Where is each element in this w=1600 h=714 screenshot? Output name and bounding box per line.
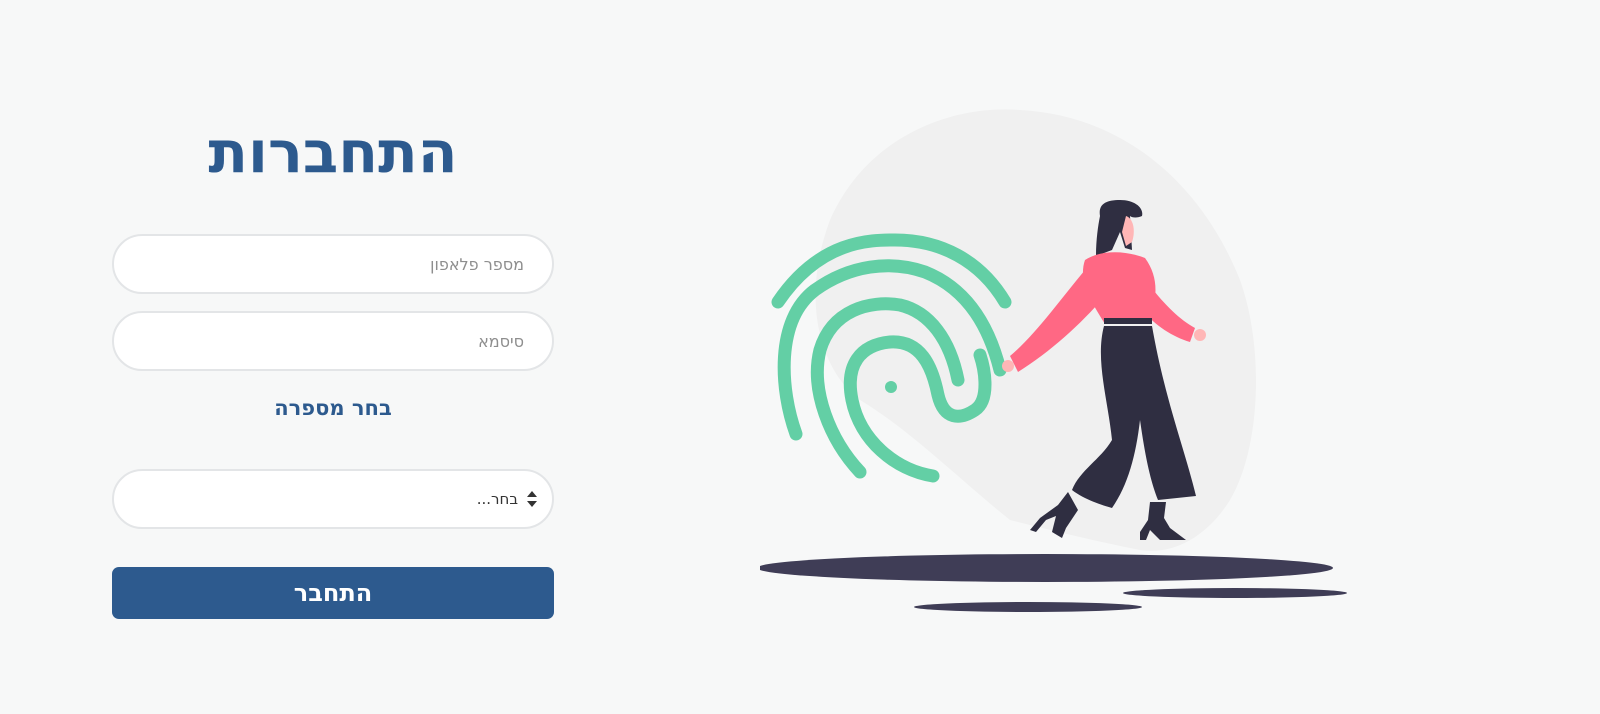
ground-shadow-right [1123,588,1347,598]
select-arrows-icon [526,489,538,509]
page-title: התחברות [208,118,458,186]
password-input[interactable] [112,311,554,371]
salon-select[interactable]: בחר... [112,469,554,529]
login-button[interactable]: התחבר [112,567,554,619]
ground-shadow-small [914,602,1142,612]
login-panel: התחברות בחר מספרה בחר... התחבר [112,100,554,619]
salon-select-value: בחר... [476,490,518,508]
login-page: התחברות בחר מספרה בחר... התחבר [0,0,1600,714]
fingerprint-illustration [760,109,1347,612]
ground-shadow-large [760,554,1333,582]
phone-input[interactable] [112,234,554,294]
choose-salon-label: בחר מספרה [274,396,392,420]
